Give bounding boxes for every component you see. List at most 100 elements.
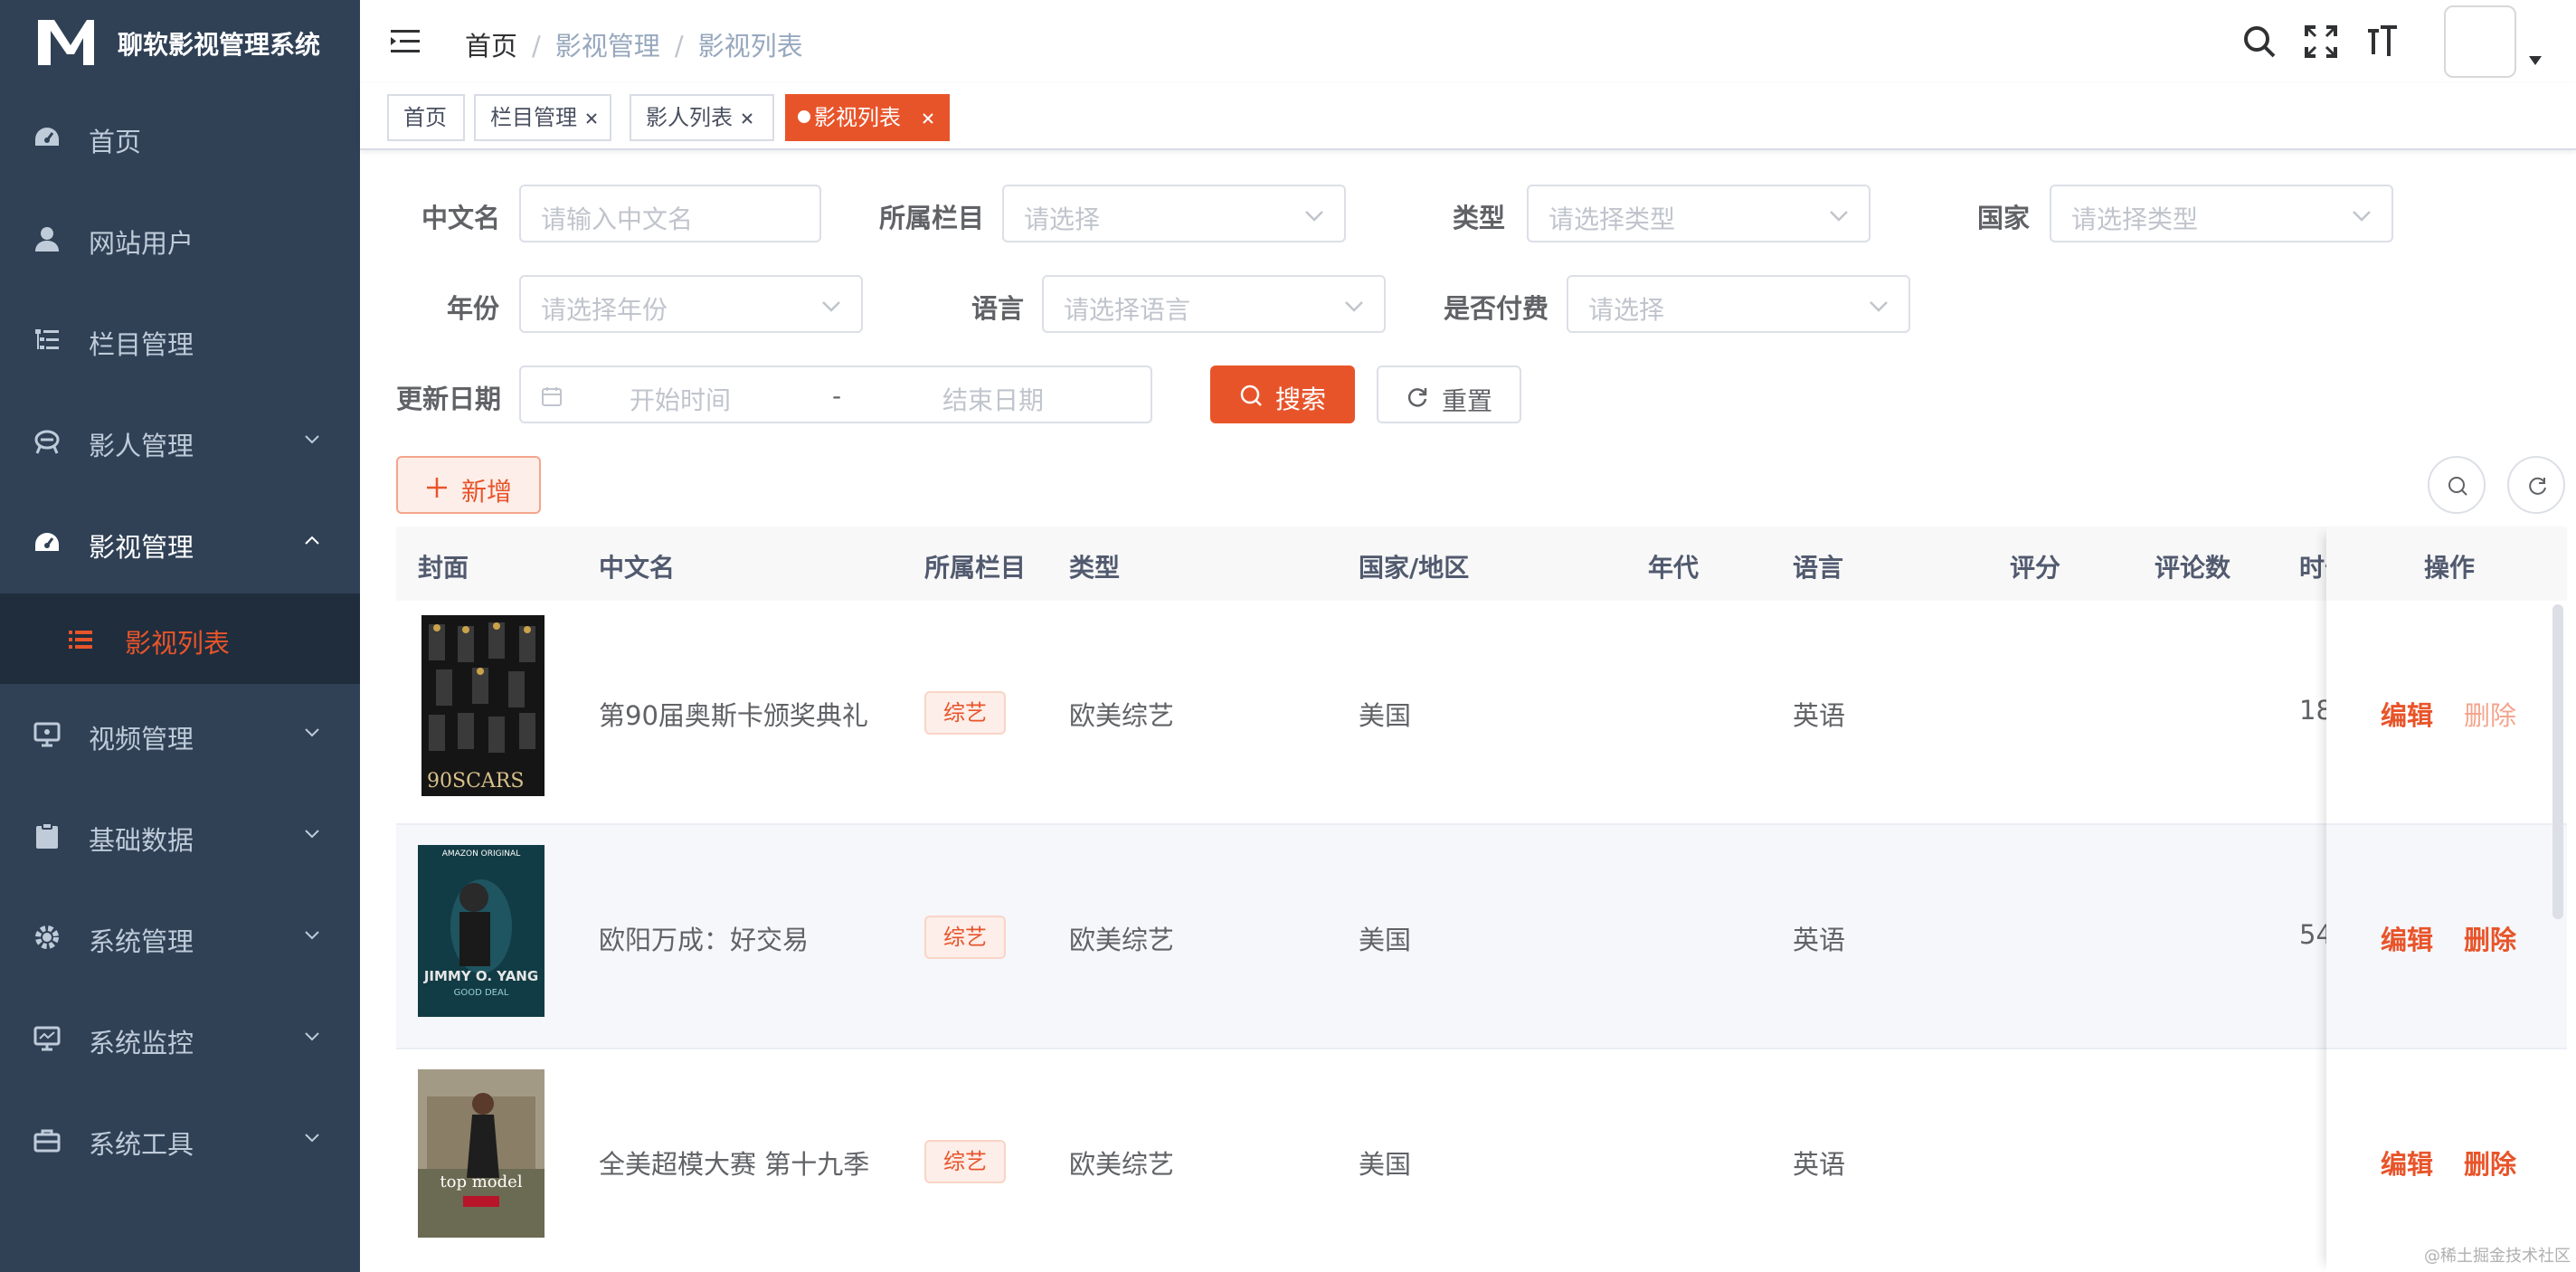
toggle-search-button[interactable] <box>2428 456 2486 514</box>
font-size-icon[interactable] <box>2364 24 2401 60</box>
caret-down-icon[interactable] <box>2529 56 2542 65</box>
end-date-input[interactable]: 结束日期 <box>942 381 1044 417</box>
column-select[interactable]: 请选择 <box>1002 185 1346 242</box>
breadcrumb-film-management[interactable]: 影视管理 <box>555 31 660 62</box>
sidebar-item-columns[interactable]: 栏目管理 <box>0 290 360 391</box>
category-badge: 综艺 <box>924 691 1006 735</box>
tag-home[interactable]: 首页 <box>387 94 465 141</box>
placeholder: 请选择年份 <box>541 295 668 325</box>
chevron-down-icon <box>305 931 319 940</box>
sidebar-item-basic-data[interactable]: 基础数据 <box>0 785 360 887</box>
cell-duration: 18 <box>2299 695 2326 726</box>
sidebar-item-label: 视频管理 <box>89 724 194 755</box>
delete-link[interactable]: 删除 <box>2464 695 2516 733</box>
table-row[interactable]: 90SCARS 第90届奥斯卡颁奖典礼 综艺 欧美综艺 美国 英语 18 <box>396 601 2567 825</box>
sidebar-subitem-film-list[interactable]: 影视列表 <box>0 593 360 684</box>
cell-type: 欧美综艺 <box>1069 1149 1175 1180</box>
column-header-category: 所属栏目 <box>924 553 1027 583</box>
brand[interactable]: 聊软影视管理系统 <box>0 0 360 83</box>
poster-text: JIMMY O. YANG <box>423 968 538 984</box>
sidebar-item-label: 系统监控 <box>89 1028 194 1058</box>
table-row[interactable]: AMAZON ORIGINAL JIMMY O. YANG GOOD DEAL … <box>396 825 2567 1049</box>
active-dot-icon <box>798 110 810 123</box>
column-header-duration-clip: 时长 <box>2299 527 2326 601</box>
poster-jimmy-art: AMAZON ORIGINAL JIMMY O. YANG GOOD DEAL <box>418 845 545 1017</box>
sidebar-subitem-label: 影视列表 <box>125 628 231 659</box>
cell-language: 英语 <box>1793 700 1846 731</box>
delete-link[interactable]: 删除 <box>2464 1144 2516 1182</box>
delete-link[interactable]: 删除 <box>2464 919 2516 957</box>
refresh-icon <box>2529 477 2546 495</box>
sidebar-item-label: 首页 <box>89 127 142 157</box>
tag-label: 首页 <box>403 105 447 130</box>
tag-label: 影视列表 <box>814 105 901 130</box>
language-select[interactable]: 请选择语言 <box>1042 275 1386 333</box>
user-icon <box>35 227 59 252</box>
year-select[interactable]: 请选择年份 <box>519 275 863 333</box>
edit-link[interactable]: 编辑 <box>2381 1144 2433 1182</box>
cell-duration: 54 <box>2299 919 2326 950</box>
close-icon[interactable] <box>584 111 599 126</box>
refresh-table-button[interactable] <box>2507 456 2565 514</box>
tag-label: 栏目管理 <box>490 105 577 130</box>
edit-link[interactable]: 编辑 <box>2381 919 2433 957</box>
cover-image: AMAZON ORIGINAL JIMMY O. YANG GOOD DEAL <box>418 845 545 1017</box>
close-icon[interactable] <box>740 111 754 126</box>
fullscreen-icon[interactable] <box>2303 24 2339 60</box>
sidebar-item-home[interactable]: 首页 <box>0 87 360 188</box>
sidebar-item-system[interactable]: 系统管理 <box>0 887 360 988</box>
hamburger-icon[interactable] <box>391 27 421 56</box>
reset-button[interactable]: 重置 <box>1377 365 1521 423</box>
edit-link[interactable]: 编辑 <box>2381 695 2433 733</box>
start-date-input[interactable]: 开始时间 <box>630 381 731 417</box>
sidebar-item-tools[interactable]: 系统工具 <box>0 1089 360 1191</box>
cell-name: 欧阳万成：好交易 <box>599 925 810 955</box>
column-header-cover: 封面 <box>418 553 469 583</box>
label-update-date: 更新日期 <box>396 384 502 414</box>
chinese-name-input[interactable]: 请输入中文名 <box>519 185 821 242</box>
cell-country: 美国 <box>1359 1149 1412 1180</box>
table-row[interactable]: top model 全美超模大赛 第十九季 综艺 欧美综艺 美国 英语 <box>396 1049 2567 1272</box>
sidebar-item-label: 系统管理 <box>89 926 194 957</box>
column-header-comments: 评论数 <box>2155 553 2231 583</box>
cell-duration-clip: 18 <box>2299 601 2326 825</box>
paid-select[interactable]: 请选择 <box>1567 275 1910 333</box>
sidebar-item-label: 栏目管理 <box>89 329 194 360</box>
sidebar-item-video[interactable]: 视频管理 <box>0 684 360 785</box>
chevron-down-icon <box>305 435 319 444</box>
search-button[interactable]: 搜索 <box>1210 365 1355 423</box>
column-header-language: 语言 <box>1793 553 1844 583</box>
sidebar-item-people[interactable]: 影人管理 <box>0 391 360 492</box>
country-select[interactable]: 请选择类型 <box>2050 185 2393 242</box>
add-button[interactable]: 新增 <box>396 456 541 514</box>
close-icon[interactable] <box>921 111 935 126</box>
breadcrumb-film-list: 影视列表 <box>697 31 803 62</box>
search-icon <box>1240 384 1262 406</box>
calendar-icon <box>542 387 562 406</box>
date-range-picker[interactable]: 开始时间 - 结束日期 <box>519 365 1152 423</box>
chevron-down-icon <box>1305 211 1323 222</box>
label-country: 国家 <box>1977 203 2031 233</box>
dashboard-icon <box>35 128 59 146</box>
tag-label: 影人列表 <box>646 105 733 130</box>
tag-people-list[interactable]: 影人列表 <box>630 94 774 141</box>
table-scrollbar[interactable] <box>2552 604 2563 919</box>
search-button-label: 搜索 <box>1275 384 1327 414</box>
sidebar-item-label: 基础数据 <box>89 825 194 856</box>
tag-columns[interactable]: 栏目管理 <box>474 94 611 141</box>
search-icon[interactable] <box>2241 24 2278 60</box>
cell-duration-clip: 54 <box>2299 825 2326 1049</box>
logo-icon <box>38 20 94 65</box>
sidebar-item-monitor[interactable]: 系统监控 <box>0 988 360 1089</box>
tree-table-icon <box>35 329 59 349</box>
breadcrumb-home[interactable]: 首页 <box>465 31 517 62</box>
people-icon <box>34 430 60 454</box>
chevron-down-icon <box>2353 211 2371 222</box>
watermark: @稀土掘金技术社区 <box>2424 1247 2571 1266</box>
sidebar-item-film[interactable]: 影视管理 <box>0 492 360 593</box>
sidebar-item-users[interactable]: 网站用户 <box>0 188 360 290</box>
type-select[interactable]: 请选择类型 <box>1527 185 1870 242</box>
tag-film-list[interactable]: 影视列表 <box>785 94 950 141</box>
avatar[interactable] <box>2444 5 2516 78</box>
cell-type: 欧美综艺 <box>1069 700 1175 731</box>
